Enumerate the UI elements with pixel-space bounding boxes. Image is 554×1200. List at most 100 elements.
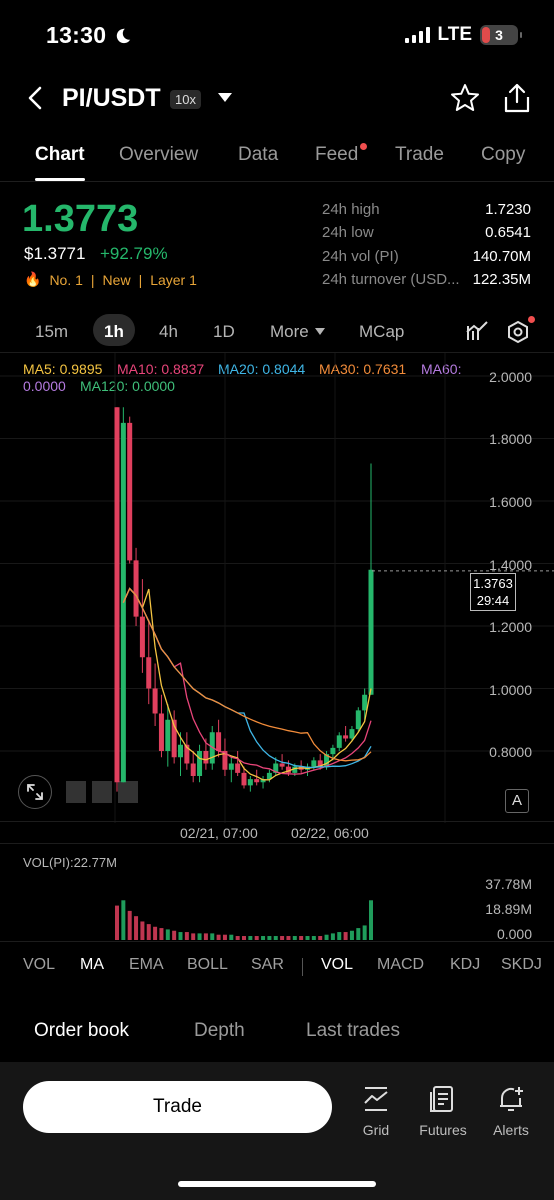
chevron-down-icon[interactable]: [218, 93, 232, 102]
volume-bar: [191, 933, 196, 940]
candle: [178, 744, 183, 758]
y-tick: 0.8000: [489, 744, 532, 760]
candle-countdown: 29:44: [476, 593, 510, 608]
bell-plus-icon[interactable]: [496, 1084, 526, 1114]
settings-notification-dot: [528, 316, 535, 323]
volume-bar: [210, 933, 215, 940]
volume-bar: [267, 936, 272, 940]
timeframe-15m[interactable]: 15m: [35, 322, 68, 342]
timeframe-4h[interactable]: 4h: [159, 322, 178, 342]
indicator-sar[interactable]: SAR: [251, 956, 284, 974]
watermark-block: [92, 781, 112, 803]
volume-bar: [362, 925, 367, 940]
tag-separator: |: [138, 271, 143, 288]
pair-title[interactable]: PI/USDT: [62, 84, 161, 113]
market-cap-toggle[interactable]: MCap: [359, 322, 404, 342]
volume-bar: [203, 933, 208, 940]
stat-value-low: 0.6541: [485, 224, 531, 241]
home-indicator: [178, 1181, 376, 1187]
indicator-icon[interactable]: [465, 320, 489, 342]
grid-icon[interactable]: [361, 1084, 391, 1114]
leverage-badge: 10x: [170, 90, 201, 109]
last-price: 1.3773: [22, 198, 139, 240]
volume-bar: [324, 934, 329, 940]
tab-chart[interactable]: Chart: [35, 144, 85, 166]
volume-bar: [165, 929, 170, 940]
volume-bar: [222, 934, 227, 940]
timeframe-1d[interactable]: 1D: [213, 322, 235, 342]
candle: [235, 763, 241, 773]
share-icon[interactable]: [502, 82, 532, 114]
tab-trade[interactable]: Trade: [395, 144, 444, 166]
volume-bar: [305, 936, 310, 940]
volume-bar: [286, 936, 291, 940]
grid-label[interactable]: Grid: [355, 1122, 397, 1138]
indicator-ma[interactable]: MA: [80, 956, 104, 974]
volume-bar: [254, 936, 259, 940]
stat-label-vol: 24h vol (PI): [322, 248, 399, 265]
status-indicators: LTE 3: [404, 24, 522, 46]
fire-icon: 🔥: [24, 271, 42, 287]
indicator-kdj[interactable]: KDJ: [450, 956, 480, 974]
rank-tag[interactable]: No. 1: [49, 272, 82, 288]
candle: [336, 735, 342, 748]
futures-label[interactable]: Futures: [415, 1122, 471, 1138]
indicator-sub-vol[interactable]: VOL: [321, 956, 353, 974]
fullscreen-button[interactable]: [18, 775, 52, 809]
back-icon[interactable]: [22, 84, 50, 112]
volume-bar: [299, 936, 304, 940]
layer-tag[interactable]: Layer 1: [150, 272, 197, 288]
futures-icon[interactable]: [428, 1084, 458, 1114]
volume-bar: [292, 936, 297, 940]
indicator-separator: [302, 958, 303, 976]
timeframe-1h[interactable]: 1h: [104, 322, 124, 342]
candle: [165, 719, 171, 751]
volume-bar: [121, 900, 126, 940]
stat-value-turnover: 122.35M: [472, 271, 531, 288]
timeframe-more[interactable]: More: [270, 322, 309, 342]
stat-label-turnover: 24h turnover (USD...: [322, 271, 460, 288]
candle: [203, 751, 209, 764]
candle: [311, 760, 317, 767]
indicator-macd[interactable]: MACD: [377, 956, 424, 974]
tab-order-book[interactable]: Order book: [34, 1020, 129, 1042]
indicator-vol[interactable]: VOL: [23, 956, 55, 974]
current-price-value: 1.3763: [473, 576, 513, 591]
tab-feed[interactable]: Feed: [315, 144, 358, 166]
candle: [355, 710, 361, 730]
tag-separator: |: [90, 271, 95, 288]
volume-bar: [349, 930, 354, 940]
y-tick: 2.0000: [489, 369, 532, 385]
usd-price: $1.3771: [24, 244, 86, 263]
settings-icon[interactable]: [506, 320, 530, 344]
volume-bar: [235, 936, 240, 940]
auto-scale-button[interactable]: A: [505, 789, 529, 813]
candle: [216, 732, 222, 751]
watermark-block: [118, 781, 138, 803]
tab-data[interactable]: Data: [238, 144, 278, 166]
new-tag[interactable]: New: [103, 272, 131, 288]
volume-bar: [311, 936, 316, 940]
star-icon[interactable]: [450, 83, 480, 113]
tab-copy[interactable]: Copy: [481, 144, 525, 166]
tab-last-trades[interactable]: Last trades: [306, 1020, 400, 1042]
indicator-ema[interactable]: EMA: [129, 956, 164, 974]
stat-label-high: 24h high: [322, 201, 380, 218]
volume-bar: [197, 933, 202, 940]
indicator-skdj[interactable]: SKDJ: [501, 956, 542, 974]
indicator-boll[interactable]: BOLL: [187, 956, 228, 974]
volume-bar: [184, 932, 189, 940]
trade-button[interactable]: Trade: [23, 1081, 332, 1133]
stat-value-high: 1.7230: [485, 201, 531, 218]
feed-notification-dot: [360, 143, 367, 150]
volume-chart[interactable]: [0, 860, 554, 942]
tab-depth[interactable]: Depth: [194, 1020, 245, 1042]
signal-icon: [404, 27, 430, 43]
candle: [114, 407, 120, 783]
candle: [139, 616, 145, 658]
volume-bar: [140, 921, 145, 940]
okx-watermark: [66, 781, 138, 803]
chevron-down-icon[interactable]: [315, 328, 325, 335]
alerts-label[interactable]: Alerts: [488, 1122, 534, 1138]
tab-overview[interactable]: Overview: [119, 144, 198, 166]
